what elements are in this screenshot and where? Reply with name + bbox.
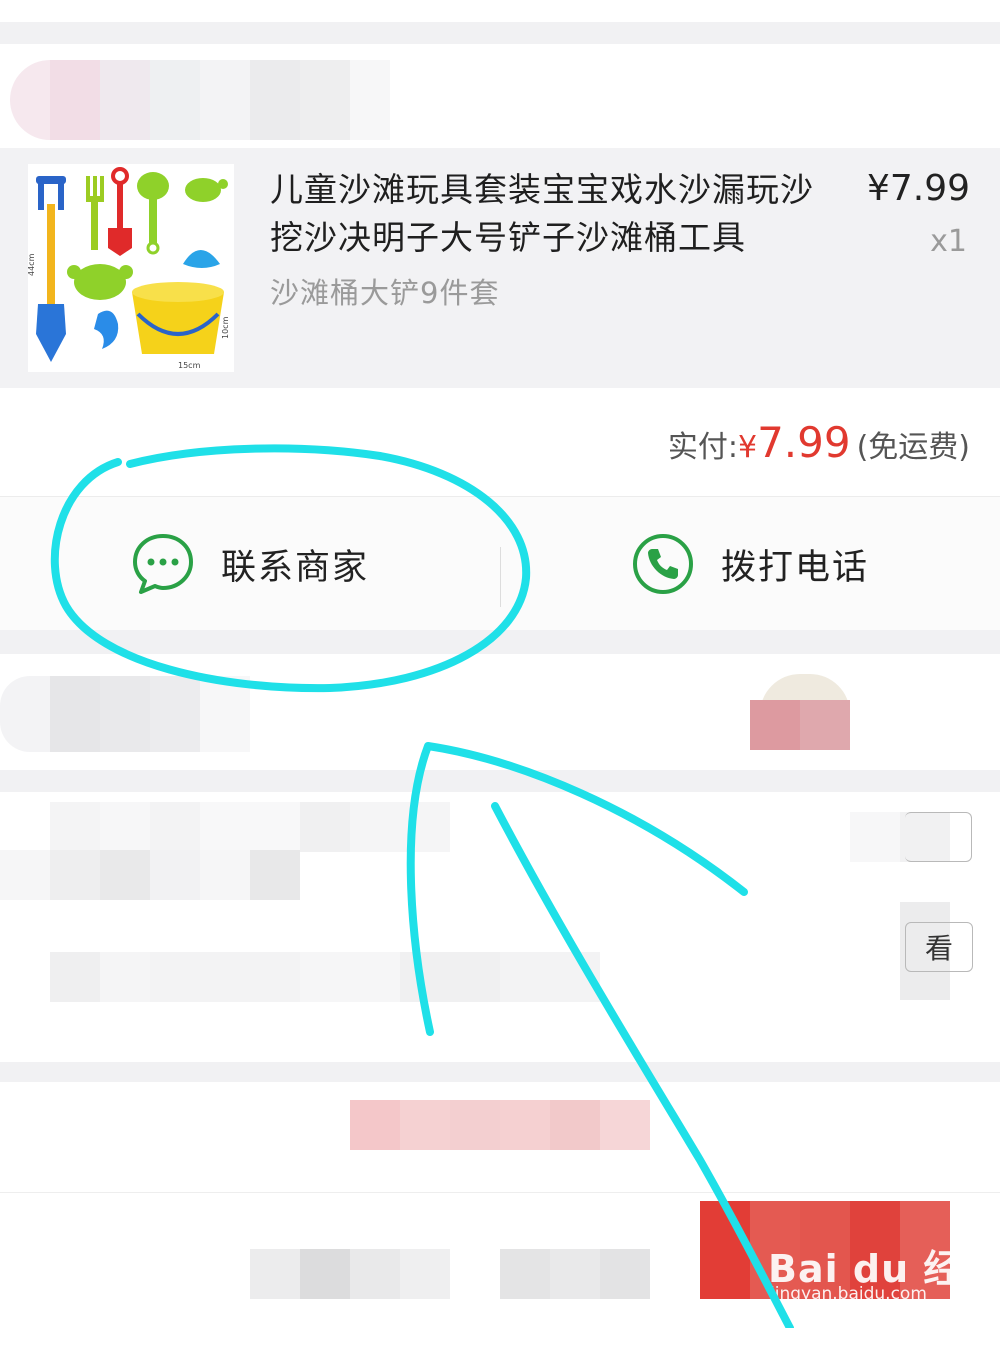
phone-icon: [632, 534, 693, 594]
view-button-label: 看: [924, 932, 953, 965]
view-button[interactable]: 看: [905, 922, 973, 972]
shop-header[interactable]: [0, 44, 1000, 148]
blurred-badge: [750, 700, 850, 750]
obscured-action-button[interactable]: [905, 812, 972, 862]
blurred-text: [0, 676, 250, 752]
paid-amount-row: 实付: ¥ 7.99 (免运费): [668, 418, 970, 467]
product-variant: 沙滩桶大铲9件套: [270, 276, 500, 310]
blurred-promo-row[interactable]: [0, 1082, 1000, 1192]
product-thumbnail[interactable]: 44cm 10cm 15cm: [27, 164, 234, 372]
beach-toy-image: 44cm 10cm 15cm: [27, 167, 230, 370]
product-price: ¥7.99: [866, 168, 970, 209]
product-quantity: x1: [930, 224, 967, 259]
contact-merchant-label: 联系商家: [220, 547, 369, 588]
paid-label: 实付:: [667, 430, 738, 465]
blur-line-3: [50, 952, 600, 1002]
contact-actions: 联系商家 拨打电话: [0, 496, 1000, 631]
paid-amount: 7.99: [757, 418, 851, 467]
section-separator-3: [0, 1062, 1000, 1082]
svg-text:44cm: 44cm: [28, 253, 36, 276]
svg-text:10cm: 10cm: [221, 316, 230, 339]
section-separator-2: [0, 770, 1000, 792]
top-separator: [0, 22, 1000, 44]
section-separator: [0, 630, 1000, 654]
blurred-bottom-mid[interactable]: [500, 1249, 650, 1299]
shop-name-blurred: [10, 60, 390, 140]
baidu-watermark-url: jingyan.baidu.com: [770, 1284, 927, 1304]
svg-text:15cm: 15cm: [178, 361, 201, 370]
shipping-note: (免运费): [856, 430, 970, 465]
contact-merchant-button[interactable]: 联系商家: [0, 497, 500, 631]
chat-bubble-icon: [132, 534, 193, 594]
blurred-bottom-left: [250, 1249, 450, 1299]
product-title[interactable]: 儿童沙滩玩具套装宝宝戏水沙漏玩沙挖沙决明子大号铲子沙滩桶工具: [270, 166, 840, 262]
call-phone-label: 拨打电话: [720, 547, 869, 588]
call-phone-button[interactable]: 拨打电话: [500, 497, 1000, 631]
product-item[interactable]: 44cm 10cm 15cm 儿童沙滩玩具套装宝宝戏水沙漏玩沙挖沙决明子大号铲子…: [0, 148, 1000, 388]
blur-line-2: [0, 850, 300, 900]
blur-line-1: [50, 802, 450, 852]
shovel-blade: [36, 304, 66, 362]
paid-currency: ¥: [737, 430, 758, 465]
top-blank: [0, 0, 1000, 22]
order-details-blurred: 看: [0, 792, 1000, 1062]
blurred-info-row[interactable]: [0, 654, 1000, 770]
shell-mold: [183, 250, 220, 268]
blurred-promo: [350, 1100, 650, 1150]
